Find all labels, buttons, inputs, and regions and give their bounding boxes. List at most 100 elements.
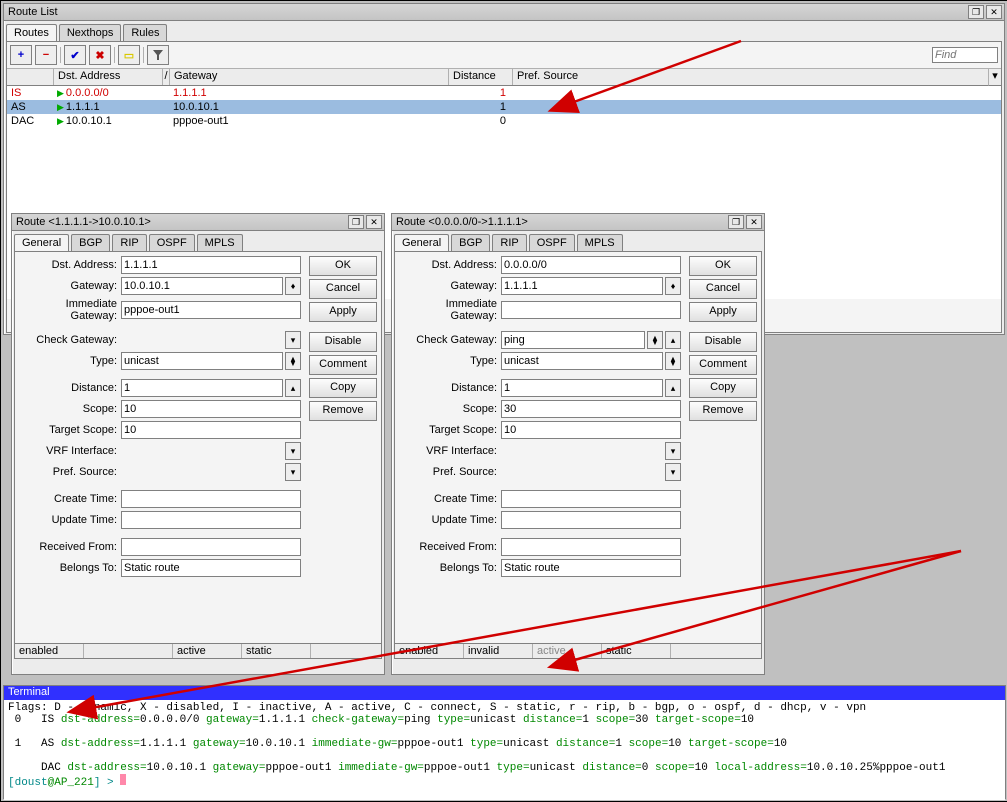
check-gateway-toggle-icon[interactable]: ▴ (665, 331, 681, 349)
tab-nexthops[interactable]: Nexthops (59, 24, 121, 41)
target-scope-input[interactable]: 10 (501, 421, 681, 439)
col-sort[interactable]: / (163, 69, 170, 85)
distance-input[interactable]: 1 (121, 379, 283, 397)
disable-button[interactable]: Disable (309, 332, 377, 352)
tab-rules[interactable]: Rules (123, 24, 167, 41)
ok-button[interactable]: OK (689, 256, 757, 276)
route1-titlebar[interactable]: Route <1.1.1.1->10.0.10.1> ❐ ✕ (12, 214, 384, 231)
pref-expand-icon[interactable]: ▾ (285, 463, 301, 481)
col-distance[interactable]: Distance (449, 69, 513, 85)
status-invalid: invalid (464, 644, 533, 658)
remove-button[interactable]: Remove (309, 401, 377, 421)
belongs-to: Static route (121, 559, 301, 577)
gateway-input[interactable]: 1.1.1.1 (501, 277, 663, 295)
find-input[interactable] (932, 47, 998, 63)
target-scope-input[interactable]: 10 (121, 421, 301, 439)
table-row[interactable]: DAC ▶10.0.10.1 pppoe-out1 0 (7, 114, 1001, 128)
gateway-input[interactable]: 10.0.10.1 (121, 277, 283, 295)
create-time (121, 490, 301, 508)
tab-ospf[interactable]: OSPF (149, 234, 195, 251)
tab-rip[interactable]: RIP (492, 234, 526, 251)
gateway-expand-icon[interactable]: ♦ (285, 277, 301, 295)
disable-button[interactable]: Disable (689, 332, 757, 352)
cancel-button[interactable]: Cancel (309, 279, 377, 299)
cursor-icon (120, 774, 126, 785)
status-active: active (173, 644, 242, 658)
check-gateway-expand-icon[interactable]: ▾ (285, 331, 301, 349)
tab-ospf[interactable]: OSPF (529, 234, 575, 251)
pref-expand-icon[interactable]: ▾ (665, 463, 681, 481)
remove-button[interactable]: Remove (689, 401, 757, 421)
route-icon: ▶ (57, 88, 64, 98)
add-button[interactable]: + (10, 45, 32, 65)
status-active: active (533, 644, 602, 658)
col-flags[interactable] (7, 69, 54, 85)
remove-button[interactable]: − (35, 45, 57, 65)
ok-button[interactable]: OK (309, 256, 377, 276)
copy-button[interactable]: Copy (689, 378, 757, 398)
tab-mpls[interactable]: MPLS (197, 234, 243, 251)
close-button[interactable]: ✕ (366, 215, 382, 229)
terminal-window: Terminal Flags: D - dynamic, X - disable… (3, 685, 1006, 799)
status-static: static (242, 644, 311, 658)
comment-button[interactable]: ▭ (118, 45, 140, 65)
close-button[interactable]: ✕ (986, 5, 1002, 19)
distance-input[interactable]: 1 (501, 379, 663, 397)
dst-address-input[interactable]: 0.0.0.0/0 (501, 256, 681, 274)
terminal-title[interactable]: Terminal (4, 686, 1005, 700)
route-detail-2: Route <0.0.0.0/0->1.1.1.1> ❐ ✕ General B… (391, 213, 765, 675)
tab-mpls[interactable]: MPLS (577, 234, 623, 251)
type-dropdown-icon[interactable]: ⧫ (285, 352, 301, 370)
distance-toggle-icon[interactable]: ▴ (665, 379, 681, 397)
apply-button[interactable]: Apply (689, 302, 757, 322)
received-from (501, 538, 681, 556)
cancel-button[interactable]: Cancel (689, 279, 757, 299)
type-select[interactable]: unicast (121, 352, 283, 370)
dst-address-input[interactable]: 1.1.1.1 (121, 256, 301, 274)
status-enabled: enabled (395, 644, 464, 658)
filter-icon[interactable] (147, 45, 169, 65)
route-list-titlebar[interactable]: Route List ❐ ✕ (4, 4, 1004, 21)
type-dropdown-icon[interactable]: ⧫ (665, 352, 681, 370)
disable-button[interactable]: ✖ (89, 45, 111, 65)
distance-toggle-icon[interactable]: ▴ (285, 379, 301, 397)
restore-button[interactable]: ❐ (728, 215, 744, 229)
tab-bgp[interactable]: BGP (451, 234, 490, 251)
route2-title: Route <0.0.0.0/0->1.1.1.1> (394, 216, 726, 228)
tab-rip[interactable]: RIP (112, 234, 146, 251)
comment-button[interactable]: Comment (309, 355, 377, 375)
tab-general[interactable]: General (394, 234, 449, 251)
tab-routes[interactable]: Routes (6, 24, 57, 41)
toolbar: + − ✔ ✖ ▭ (7, 42, 1001, 69)
gateway-expand-icon[interactable]: ♦ (665, 277, 681, 295)
scope-input[interactable]: 10 (121, 400, 301, 418)
apply-button[interactable]: Apply (309, 302, 377, 322)
status-enabled: enabled (15, 644, 84, 658)
update-time (501, 511, 681, 529)
scope-input[interactable]: 30 (501, 400, 681, 418)
vrf-expand-icon[interactable]: ▾ (665, 442, 681, 460)
col-gateway[interactable]: Gateway (170, 69, 449, 85)
col-dst[interactable]: Dst. Address (54, 69, 163, 85)
col-menu-button[interactable]: ▾ (988, 69, 1001, 86)
route-list-title: Route List (6, 6, 966, 18)
table-row[interactable]: AS ▶1.1.1.1 10.0.10.1 1 (7, 100, 1001, 114)
check-gateway-select[interactable]: ping (501, 331, 645, 349)
route2-titlebar[interactable]: Route <0.0.0.0/0->1.1.1.1> ❐ ✕ (392, 214, 764, 231)
type-select[interactable]: unicast (501, 352, 663, 370)
vrf-expand-icon[interactable]: ▾ (285, 442, 301, 460)
copy-button[interactable]: Copy (309, 378, 377, 398)
terminal-body[interactable]: Flags: D - dynamic, X - disabled, I - in… (4, 700, 1005, 800)
belongs-to: Static route (501, 559, 681, 577)
enable-button[interactable]: ✔ (64, 45, 86, 65)
tab-bgp[interactable]: BGP (71, 234, 110, 251)
tab-general[interactable]: General (14, 234, 69, 251)
close-button[interactable]: ✕ (746, 215, 762, 229)
comment-button[interactable]: Comment (689, 355, 757, 375)
restore-button[interactable]: ❐ (968, 5, 984, 19)
update-time (121, 511, 301, 529)
col-prefsource[interactable]: Pref. Source (513, 69, 1001, 85)
table-row[interactable]: IS ▶0.0.0.0/0 1.1.1.1 1 (7, 86, 1001, 100)
restore-button[interactable]: ❐ (348, 215, 364, 229)
check-gateway-dropdown-icon[interactable]: ⧫ (647, 331, 663, 349)
